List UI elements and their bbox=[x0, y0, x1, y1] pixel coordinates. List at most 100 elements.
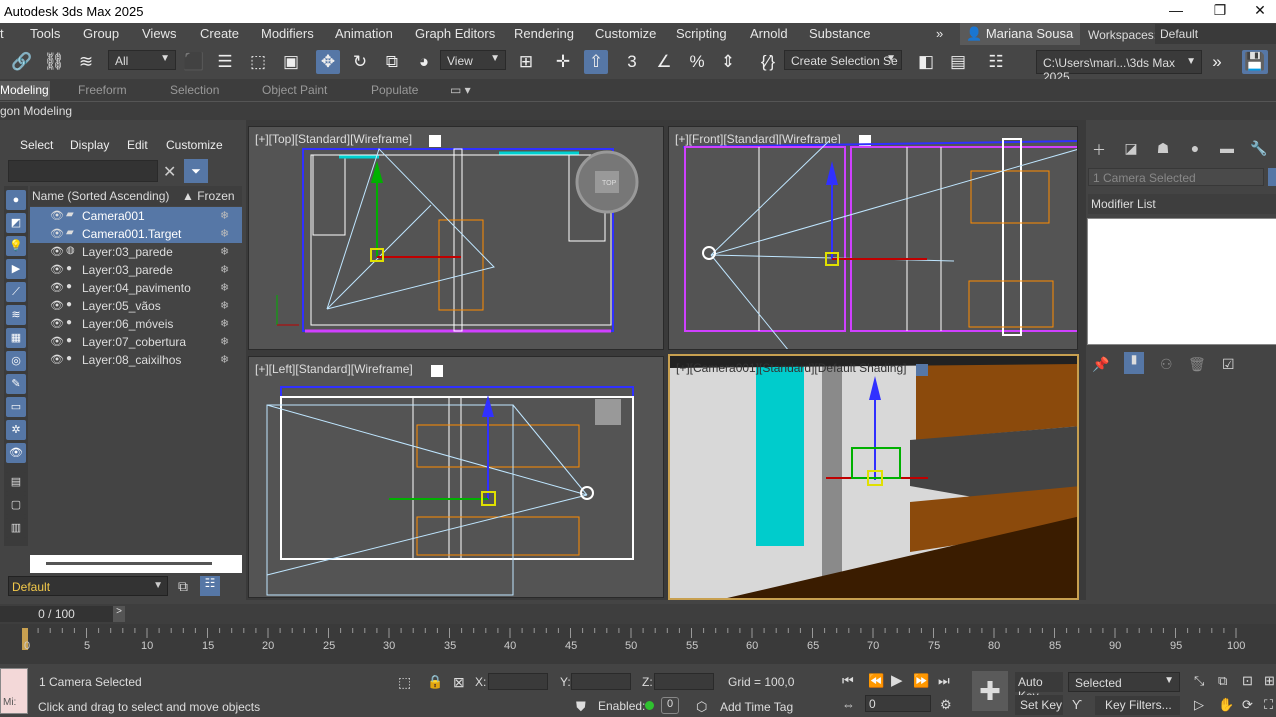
unlink-icon[interactable]: ⛓ bbox=[42, 50, 66, 74]
menu-edge[interactable]: t bbox=[0, 26, 4, 41]
display-cameras-icon[interactable]: ▶ bbox=[6, 259, 26, 279]
reference-coord-dropdown[interactable]: View ▼ bbox=[440, 50, 506, 70]
freeze-icon[interactable]: ❄ bbox=[220, 299, 229, 312]
maxscript-listener[interactable]: Mi: bbox=[0, 668, 28, 714]
toolbar-overflow-icon[interactable]: » bbox=[1205, 50, 1229, 74]
display-invert-icon[interactable]: ▥ bbox=[6, 518, 26, 538]
freeze-icon[interactable]: ❄ bbox=[220, 353, 229, 366]
visibility-icon[interactable]: 👁 bbox=[50, 317, 64, 330]
viewport-top[interactable]: [+][Top][Standard][Wireframe] TOP bbox=[248, 126, 664, 350]
menu-animation[interactable]: Animation bbox=[335, 26, 393, 41]
mirror-icon[interactable]: ◧ bbox=[914, 50, 938, 74]
display-tab-icon[interactable]: ▬ bbox=[1216, 140, 1238, 158]
freeze-icon[interactable]: ❄ bbox=[220, 317, 229, 330]
key-tangent-icon[interactable]: Ƴ bbox=[1072, 697, 1082, 712]
orbit-icon[interactable]: ⟳ bbox=[1242, 697, 1253, 713]
time-tag-counter[interactable]: 0 bbox=[661, 697, 679, 714]
placement-icon[interactable]: ◕ bbox=[412, 50, 436, 74]
scene-tab-select[interactable]: Select bbox=[20, 138, 53, 152]
select-object-icon[interactable]: ⬛ bbox=[182, 50, 206, 74]
remove-modifier-icon[interactable]: 🗑 bbox=[1188, 356, 1206, 373]
create-tab-icon[interactable]: ＋ bbox=[1088, 140, 1110, 158]
freeze-icon[interactable]: ❄ bbox=[220, 227, 229, 240]
make-unique-icon[interactable]: ⚇ bbox=[1160, 356, 1173, 373]
named-selection-dropdown[interactable]: Create Selection Se ▼ bbox=[784, 50, 902, 70]
menu-arnold[interactable]: Arnold bbox=[750, 26, 788, 41]
visibility-icon[interactable]: 👁 bbox=[50, 209, 64, 222]
auto-key-button[interactable]: Auto Key bbox=[1015, 672, 1063, 703]
lock-selection-icon[interactable]: 🔒 bbox=[427, 674, 443, 690]
pan-view-icon[interactable]: ✋ bbox=[1218, 697, 1234, 713]
selection-filter-dropdown[interactable]: All ▼ bbox=[108, 50, 176, 70]
pivot-center-icon[interactable]: ⊞ bbox=[514, 50, 538, 74]
edit-named-selection-icon[interactable]: {⁄} bbox=[756, 50, 780, 74]
scene-row[interactable]: 👁 ● Layer:04_pavimento ❄ bbox=[30, 279, 242, 297]
previous-frame-icon[interactable]: ⏪ bbox=[868, 673, 884, 689]
ribbon-tab-object-paint[interactable]: Object Paint bbox=[262, 83, 327, 97]
x-coordinate-input[interactable] bbox=[488, 673, 548, 690]
display-spacewarps-icon[interactable]: ≋ bbox=[6, 305, 26, 325]
scene-tab-customize[interactable]: Customize bbox=[166, 138, 223, 152]
ribbon-tab-populate[interactable]: Populate bbox=[371, 83, 418, 97]
set-key-button[interactable]: Set Key bbox=[1015, 695, 1063, 715]
scene-row[interactable]: 👁 ● Layer:08_caixilhos ❄ bbox=[30, 351, 242, 369]
scene-scrollbar[interactable] bbox=[30, 555, 242, 573]
rotate-icon[interactable]: ↻ bbox=[348, 50, 372, 74]
display-lights-icon[interactable]: 💡 bbox=[6, 236, 26, 256]
menu-overflow-icon[interactable]: » bbox=[936, 26, 943, 41]
scene-row[interactable]: 👁 ● Layer:07_cobertura ❄ bbox=[30, 333, 242, 351]
set-key-big-icon[interactable]: ✚ bbox=[972, 671, 1008, 711]
select-by-name-icon[interactable]: ☰ bbox=[213, 50, 237, 74]
current-frame-input[interactable]: 0 bbox=[865, 695, 931, 712]
hierarchy-tab-icon[interactable]: ☗ bbox=[1152, 140, 1174, 158]
visibility-icon[interactable]: 👁 bbox=[50, 245, 64, 258]
next-frame-icon[interactable]: ⏩ bbox=[913, 673, 929, 689]
motion-tab-icon[interactable]: ● bbox=[1184, 140, 1206, 158]
user-account[interactable]: 👤 Mariana Sousa ▾ bbox=[960, 23, 1080, 57]
menu-substance[interactable]: Substance bbox=[809, 26, 870, 41]
adaptive-degradation-icon[interactable]: ⛊ bbox=[576, 699, 586, 715]
display-containers-icon[interactable]: ▭ bbox=[6, 397, 26, 417]
ribbon-panel-title[interactable]: gon Modeling bbox=[0, 104, 72, 118]
visibility-icon[interactable]: 👁 bbox=[50, 227, 64, 240]
maximize-icon[interactable]: ❐ bbox=[1200, 2, 1240, 19]
visibility-icon[interactable]: 👁 bbox=[50, 263, 64, 276]
rect-selection-icon[interactable]: ⬚ bbox=[246, 50, 270, 74]
layer-manager-icon[interactable]: ⧉ bbox=[178, 578, 188, 595]
viewport-camera[interactable]: [+][Camera001][Standard][Default Shading… bbox=[668, 354, 1079, 600]
visibility-icon[interactable]: 👁 bbox=[50, 299, 64, 312]
add-time-tag[interactable]: Add Time Tag bbox=[720, 700, 793, 714]
minimize-icon[interactable]: — bbox=[1156, 2, 1196, 18]
project-path-dropdown[interactable]: C:\Users\mari...\3ds Max 2025 ▼ bbox=[1036, 50, 1202, 84]
time-slider[interactable]: 0 / 100 bbox=[0, 606, 113, 622]
visibility-icon[interactable]: 👁 bbox=[50, 335, 64, 348]
move-icon[interactable]: ✥ bbox=[316, 50, 340, 74]
scene-row[interactable]: 👁 ▰ Camera001 ❄ bbox=[30, 207, 242, 225]
pin-stack-icon[interactable]: 📌 bbox=[1092, 356, 1109, 373]
freeze-icon[interactable]: ❄ bbox=[220, 281, 229, 294]
ribbon-options-icon[interactable]: ▭ ▾ bbox=[450, 83, 471, 97]
column-frozen[interactable]: ▲ Frozen bbox=[182, 189, 235, 203]
window-crossing-icon[interactable]: ▣ bbox=[279, 50, 303, 74]
object-name-field[interactable]: 1 Camera Selected bbox=[1088, 168, 1264, 186]
zoom-icon[interactable]: ⤡ bbox=[1194, 673, 1204, 689]
isolate-selection-icon[interactable]: ⬚ bbox=[398, 674, 411, 691]
absolute-mode-icon[interactable]: ⊠ bbox=[453, 674, 465, 691]
play-icon[interactable]: ▶ bbox=[891, 671, 903, 689]
ribbon-tab-freeform[interactable]: Freeform bbox=[78, 83, 127, 97]
viewport-front[interactable]: [+][Front][Standard][Wireframe] bbox=[668, 126, 1078, 350]
display-helpers-icon[interactable]: ⟋ bbox=[6, 282, 26, 302]
zoom-extents-icon[interactable]: ⊡ bbox=[1242, 673, 1253, 689]
viewport-label[interactable]: [+][Camera001][Standard][Default Shading… bbox=[676, 361, 906, 375]
menu-group[interactable]: Group bbox=[83, 26, 119, 41]
scene-search-input[interactable] bbox=[8, 160, 158, 182]
y-coordinate-input[interactable] bbox=[571, 673, 631, 690]
display-geometry-icon[interactable]: ● bbox=[6, 190, 26, 210]
ribbon-tab-modeling[interactable]: Modeling bbox=[0, 83, 49, 97]
z-coordinate-input[interactable] bbox=[654, 673, 714, 690]
display-groups-icon[interactable]: ▦ bbox=[6, 328, 26, 348]
save-icon[interactable]: 💾 bbox=[1242, 50, 1268, 74]
bind-spacewarp-icon[interactable]: ≋ bbox=[74, 50, 98, 74]
maximize-viewport-icon[interactable]: ⛶ bbox=[1264, 697, 1273, 713]
workspace-dropdown[interactable]: Default bbox=[1155, 24, 1276, 44]
